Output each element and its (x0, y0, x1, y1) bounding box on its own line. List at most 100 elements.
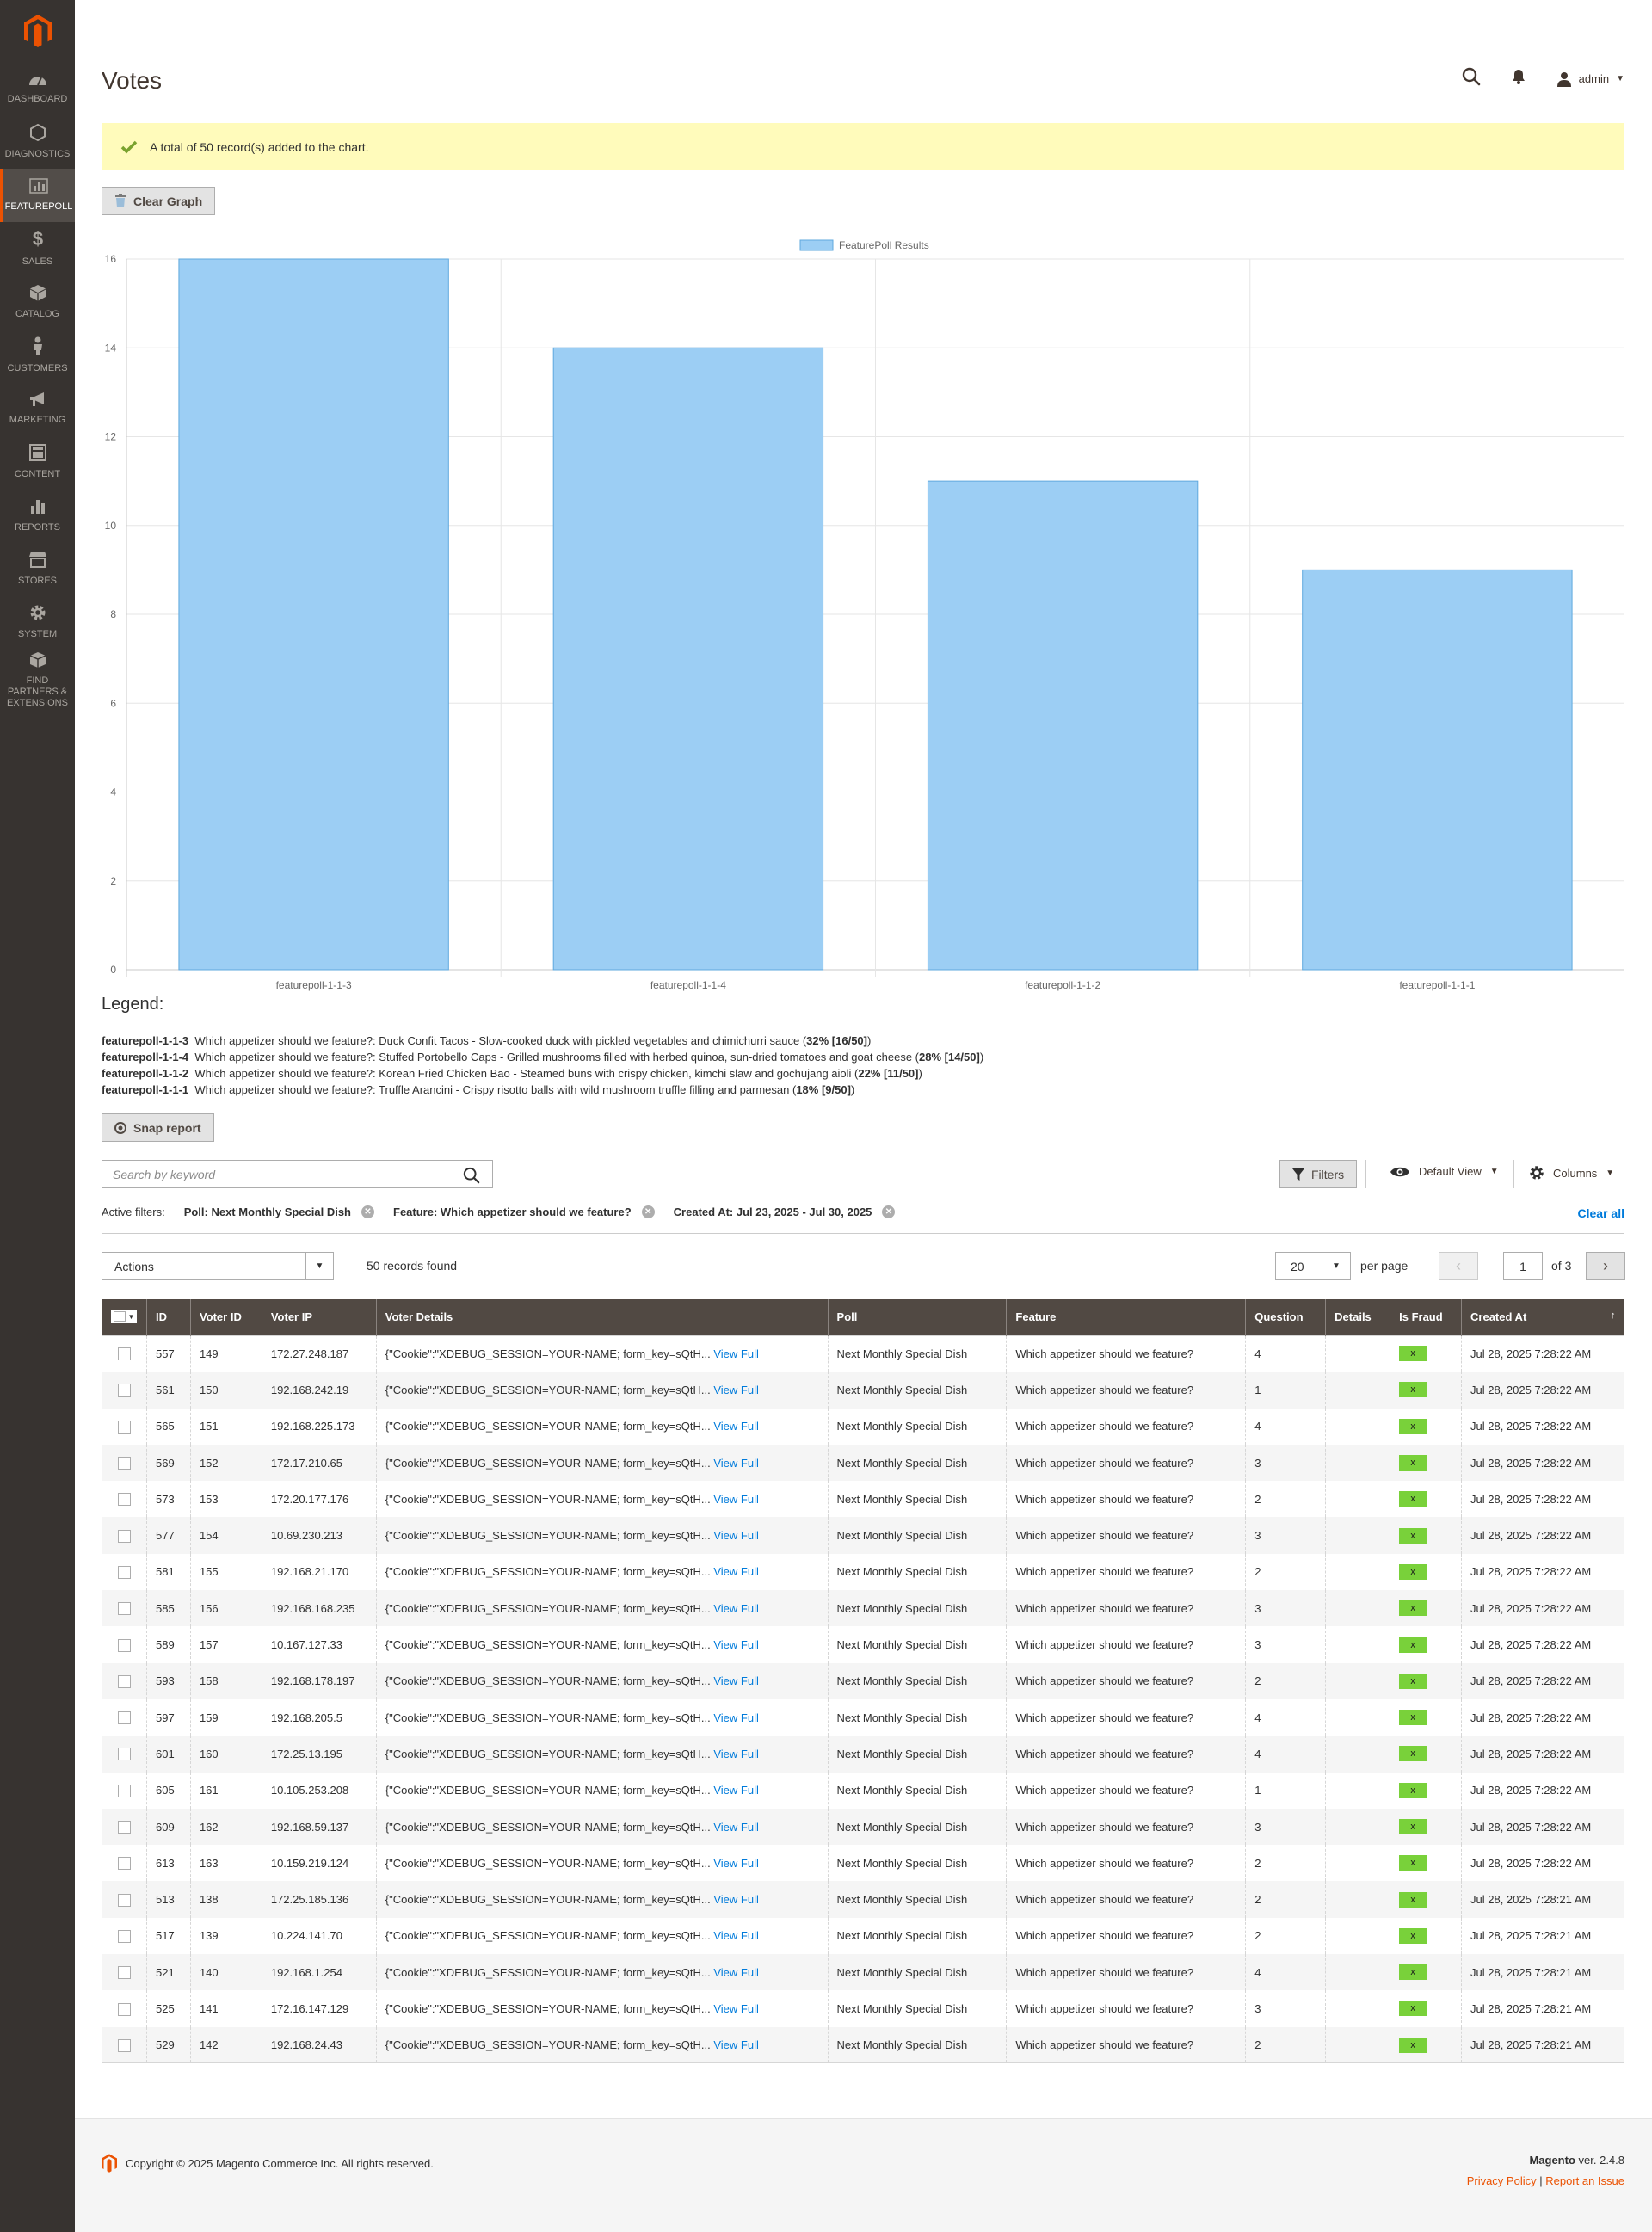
view-full-link[interactable]: View Full (713, 1457, 759, 1470)
row-checkbox[interactable] (117, 1748, 131, 1761)
table-row[interactable]: 605 161 10.105.253.208 {"Cookie":"XDEBUG_SE… (102, 1772, 1624, 1809)
column-header-voter-ip[interactable]: Voter IP (261, 1299, 377, 1335)
table-row[interactable]: 561 150 192.168.242.19 {"Cookie":"XDEBUG_SE… (102, 1372, 1624, 1409)
columns-dropdown[interactable]: Columns ▼ (1529, 1165, 1614, 1181)
sidebar-item-stores[interactable]: Stores (0, 542, 75, 595)
sidebar-item-system[interactable]: System (0, 595, 75, 649)
table-row[interactable]: 609 162 192.168.59.137 {"Cookie":"XDEBUG_SE… (102, 1808, 1624, 1846)
table-row[interactable]: 577 154 10.69.230.213 {"Cookie":"XDEBUG_SES… (102, 1517, 1624, 1554)
page-number-input[interactable]: 1 (1503, 1252, 1543, 1280)
row-checkbox[interactable] (117, 1711, 131, 1725)
mass-actions-select[interactable]: Actions ▼ (102, 1252, 334, 1280)
remove-filter-icon[interactable]: ✕ (882, 1205, 896, 1218)
magento-logo[interactable] (0, 0, 75, 62)
row-checkbox[interactable] (117, 1602, 131, 1616)
sidebar-item-diagnostics[interactable]: Diagnostics (0, 115, 75, 169)
column-header-voter-id[interactable]: Voter ID (189, 1299, 262, 1335)
table-row[interactable]: 521 140 192.168.1.254 {"Cookie":"XDEBUG_SES… (102, 1954, 1624, 1991)
remove-filter-icon[interactable]: ✕ (361, 1205, 374, 1218)
view-full-link[interactable]: View Full (713, 1420, 759, 1433)
search-input[interactable]: Search by keyword (102, 1160, 493, 1188)
row-checkbox[interactable] (117, 1420, 131, 1434)
table-row[interactable]: 601 160 172.25.13.195 {"Cookie":"XDEBUG_SES… (102, 1736, 1624, 1773)
row-checkbox[interactable] (117, 1493, 131, 1507)
view-full-link[interactable]: View Full (713, 1565, 759, 1578)
view-full-link[interactable]: View Full (713, 1748, 759, 1760)
filters-button[interactable]: Filters (1279, 1160, 1358, 1188)
clear-all-filters-link[interactable]: Clear all (1578, 1206, 1624, 1220)
sidebar-item-content[interactable]: Content (0, 435, 75, 489)
row-checkbox[interactable] (117, 1384, 131, 1397)
table-row[interactable]: 569 152 172.17.210.65 {"Cookie":"XDEBUG_SES… (102, 1444, 1624, 1482)
row-checkbox[interactable] (117, 1966, 131, 1980)
view-full-link[interactable]: View Full (713, 1966, 759, 1979)
row-checkbox[interactable] (117, 2002, 131, 2016)
view-full-link[interactable]: View Full (713, 1893, 759, 1906)
sidebar-item-catalog[interactable]: Catalog (0, 275, 75, 329)
column-header-id[interactable]: ID (145, 1299, 191, 1335)
search-icon[interactable] (1462, 67, 1481, 90)
table-row[interactable]: 585 156 192.168.168.235 {"Cookie":"XDEBUG_S… (102, 1590, 1624, 1627)
view-full-link[interactable]: View Full (713, 1857, 759, 1870)
table-row[interactable]: 529 142 192.168.24.43 {"Cookie":"XDEBUG_SES… (102, 2026, 1624, 2063)
column-header-poll[interactable]: Poll (827, 1299, 1007, 1335)
previous-page-button[interactable]: ‹ (1439, 1252, 1478, 1280)
table-row[interactable]: 589 157 10.167.127.33 {"Cookie":"XDEBUG_SES… (102, 1626, 1624, 1663)
row-checkbox[interactable] (117, 1821, 131, 1834)
sidebar-item-customers[interactable]: Customers (0, 329, 75, 382)
row-checkbox[interactable] (117, 1457, 131, 1471)
default-view-dropdown[interactable]: Default View ▼ (1390, 1165, 1499, 1178)
row-checkbox[interactable] (117, 1347, 131, 1361)
table-row[interactable]: 581 155 192.168.21.170 {"Cookie":"XDEBUG_SE… (102, 1553, 1624, 1591)
column-header-feature[interactable]: Feature (1006, 1299, 1246, 1335)
next-page-button[interactable]: › (1586, 1252, 1625, 1280)
row-checkbox[interactable] (117, 1857, 131, 1871)
report-issue-link[interactable]: Report an Issue (1545, 2174, 1624, 2187)
view-full-link[interactable]: View Full (713, 2002, 759, 2015)
sidebar-item-sales[interactable]: $ Sales (0, 222, 75, 275)
view-full-link[interactable]: View Full (713, 1674, 759, 1687)
row-checkbox[interactable] (117, 1674, 131, 1688)
view-full-link[interactable]: View Full (713, 1929, 759, 1942)
row-checkbox[interactable] (117, 1638, 131, 1652)
table-row[interactable]: 593 158 192.168.178.197 {"Cookie":"XDEBUG_S… (102, 1662, 1624, 1699)
view-full-link[interactable]: View Full (713, 1638, 759, 1651)
table-row[interactable]: 557 149 172.27.248.187 {"Cookie":"XDEBUG_SE… (102, 1335, 1624, 1372)
row-checkbox[interactable] (117, 1784, 131, 1797)
search-submit-icon[interactable] (463, 1167, 480, 1187)
view-full-link[interactable]: View Full (713, 1529, 759, 1542)
sidebar-item-dashboard[interactable]: Dashboard (0, 62, 75, 115)
view-full-link[interactable]: View Full (713, 1784, 759, 1797)
sidebar-item-featurepoll[interactable]: Featurepoll (0, 169, 75, 222)
table-row[interactable]: 573 153 172.20.177.176 {"Cookie":"XDEBUG_SE… (102, 1481, 1624, 1518)
view-full-link[interactable]: View Full (713, 2038, 759, 2051)
privacy-policy-link[interactable]: Privacy Policy (1467, 2174, 1537, 2187)
table-row[interactable]: 613 163 10.159.219.124 {"Cookie":"XDEBUG_SE… (102, 1845, 1624, 1882)
clear-graph-button[interactable]: Clear Graph (102, 187, 216, 215)
sidebar-item-marketing[interactable]: Marketing (0, 382, 75, 435)
view-full-link[interactable]: View Full (713, 1493, 759, 1506)
table-row[interactable]: 525 141 172.16.147.129 {"Cookie":"XDEBUG_SE… (102, 1990, 1624, 2027)
view-full-link[interactable]: View Full (713, 1821, 759, 1834)
table-row[interactable]: 517 139 10.224.141.70 {"Cookie":"XDEBUG_SES… (102, 1917, 1624, 1955)
column-header-created-at[interactable]: Created At ↑ (1461, 1299, 1624, 1335)
column-header-question[interactable]: Question (1245, 1299, 1326, 1335)
row-checkbox[interactable] (117, 2038, 131, 2052)
view-full-link[interactable]: View Full (713, 1347, 759, 1360)
view-full-link[interactable]: View Full (713, 1384, 759, 1397)
snap-report-button[interactable]: Snap report (102, 1113, 214, 1142)
column-header-voter-details[interactable]: Voter Details (375, 1299, 829, 1335)
admin-user-menu[interactable]: admin ▼ (1556, 71, 1624, 87)
row-checkbox[interactable] (117, 1529, 131, 1543)
column-header-details[interactable]: Details (1325, 1299, 1390, 1335)
row-checkbox[interactable] (117, 1565, 131, 1579)
table-row[interactable]: 597 159 192.168.205.5 {"Cookie":"XDEBUG_SES… (102, 1699, 1624, 1736)
remove-filter-icon[interactable]: ✕ (641, 1205, 655, 1218)
row-checkbox[interactable] (117, 1929, 131, 1943)
row-checkbox[interactable] (117, 1893, 131, 1907)
notifications-bell-icon[interactable] (1512, 69, 1526, 89)
table-row[interactable]: 513 138 172.25.185.136 {"Cookie":"XDEBUG_SE… (102, 1881, 1624, 1918)
view-full-link[interactable]: View Full (713, 1602, 759, 1615)
sidebar-item-find-partners-extensions[interactable]: Find Partners & Extensions (0, 649, 75, 711)
per-page-select[interactable]: 20 ▼ (1275, 1252, 1351, 1280)
